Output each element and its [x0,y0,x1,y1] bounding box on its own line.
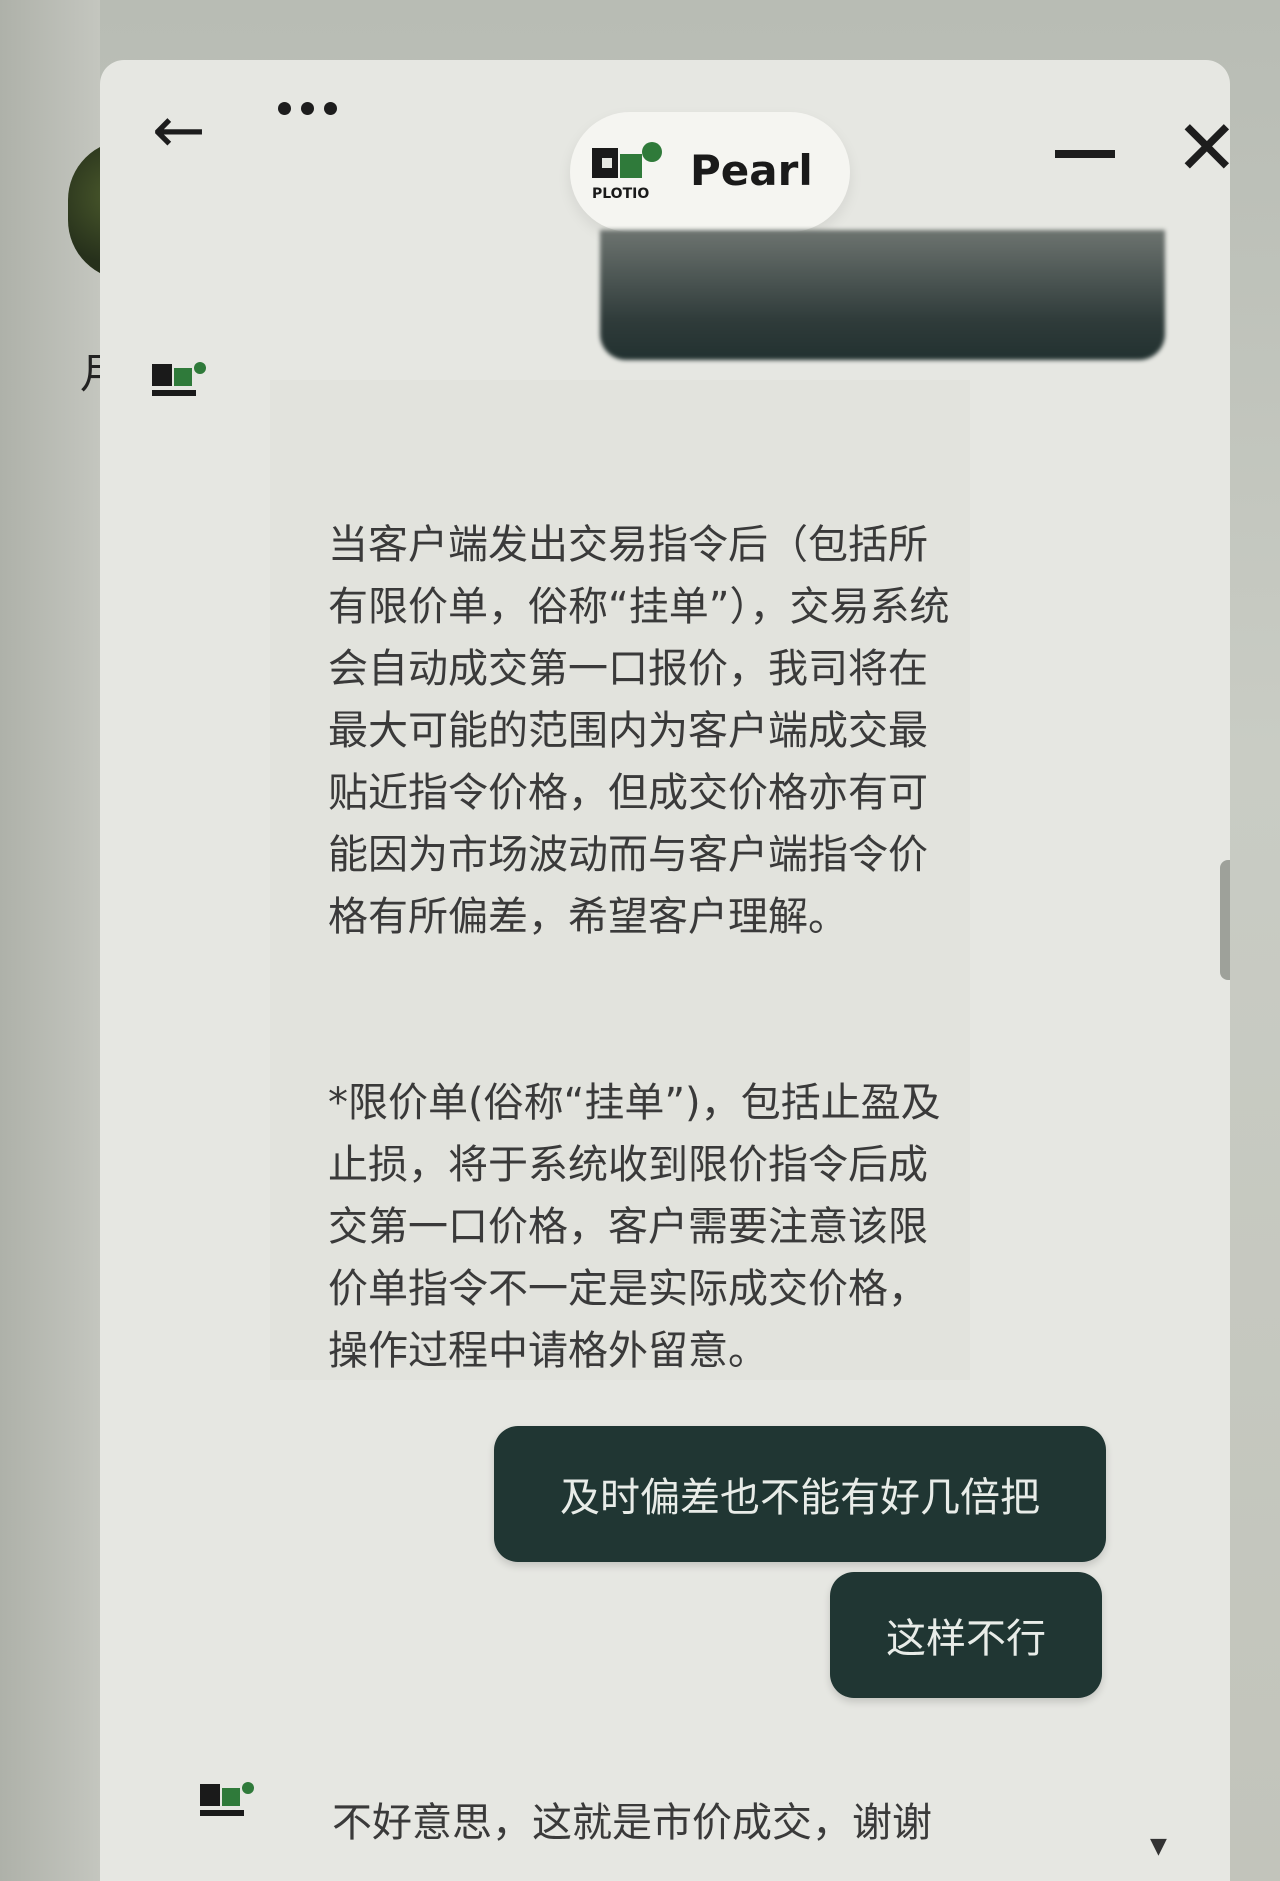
brand-logo: PLOTIO [592,142,662,202]
bot-message-text: 不好意思，这就是市价成交，谢谢 [332,1800,932,1846]
close-icon: ✕ [1175,103,1230,192]
more-horizontal-icon [278,102,291,115]
previous-message-bubble [600,230,1165,360]
bot-message-paragraph: *限价单(俗称“挂单”)，包括止盈及止损，将于系统收到限价指令后成交第一口价格，… [328,1080,941,1374]
bot-message-text: 当客户端发出交易指令后（包括所有限价单，俗称“挂单”），交易系统会自动成交第一口… [328,390,958,1506]
chat-title: Pearl [690,146,813,195]
close-button[interactable]: ✕ [1175,110,1230,186]
bot-avatar [200,1782,254,1816]
scrollbar-thumb[interactable] [1220,860,1230,980]
scroll-down-icon[interactable]: ▼ [1150,1836,1172,1858]
screen: 月 ← PLOTIO Pearl [0,0,1280,1881]
bot-avatar [152,362,206,396]
arrow-left-icon: ← [152,94,206,168]
user-message-bubble: 这样不行 [830,1572,1102,1698]
minimize-button[interactable] [1055,150,1115,158]
back-button[interactable]: ← [152,96,232,166]
background-app-strip: 月 [0,0,148,1881]
chat-window: ← PLOTIO Pearl ✕ 当客户端发出交易指令后（包括所有限价单，俗称“… [100,60,1230,1881]
chat-title-pill[interactable]: PLOTIO Pearl [570,112,850,232]
user-message-text: 这样不行 [886,1616,1046,1662]
more-options-button[interactable] [278,100,368,140]
svg-text:PLOTIO: PLOTIO [592,186,649,202]
user-message-bubble: 及时偏差也不能有好几倍把 [494,1426,1106,1562]
bot-message-paragraph: 当客户端发出交易指令后（包括所有限价单，俗称“挂单”），交易系统会自动成交第一口… [328,522,950,940]
user-message-text: 及时偏差也不能有好几倍把 [560,1475,1040,1521]
